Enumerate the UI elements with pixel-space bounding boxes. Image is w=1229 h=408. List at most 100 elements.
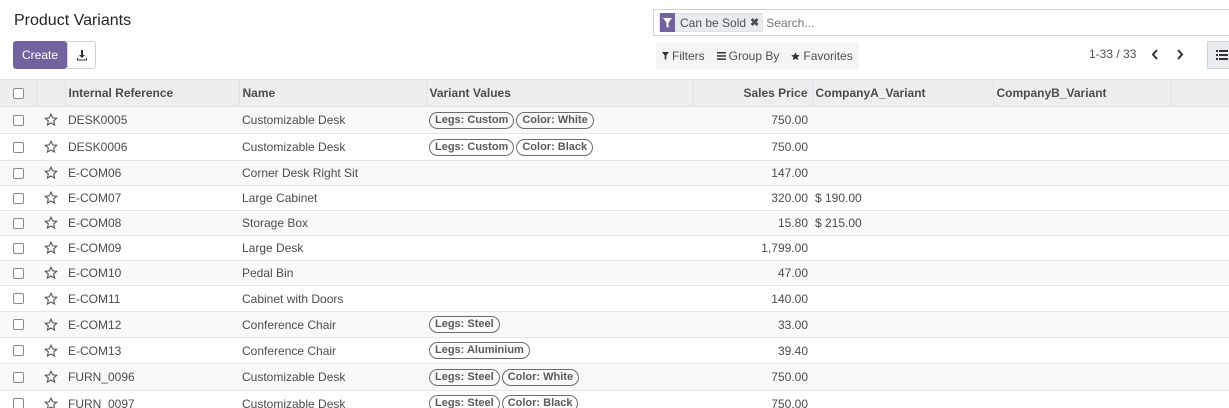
cell-companyb-variant: [993, 161, 1171, 186]
star-icon[interactable]: [39, 166, 62, 180]
cell-variant-values: [426, 186, 693, 211]
cell-sales-price: 47.00: [777, 266, 808, 280]
cell-companyb-variant: [993, 391, 1171, 408]
cell-internal-reference: E-COM06: [68, 166, 122, 180]
cell-sales-price: 15.80: [777, 216, 808, 230]
row-checkbox[interactable]: [13, 242, 24, 254]
cell-companya-variant: [812, 364, 993, 391]
cell-internal-reference: FURN_0096: [68, 370, 135, 384]
cell-companyb-variant: [993, 286, 1171, 312]
table-row[interactable]: E-COM10 Pedal Bin 47.00: [0, 260, 1229, 286]
cell-companyb-variant: [993, 364, 1171, 391]
filters-button[interactable]: Filters: [656, 43, 711, 69]
star-icon[interactable]: [39, 241, 62, 255]
star-icon[interactable]: [39, 317, 62, 332]
cell-sales-price: 750.00: [771, 140, 808, 154]
cell-spacer: [1171, 286, 1229, 312]
row-favorite-cell: [36, 134, 65, 161]
table-row[interactable]: E-COM07 Large Cabinet 320.00 $ 190.00: [0, 186, 1229, 211]
table-header-row: Internal Reference Name Variant Values S…: [0, 79, 1229, 107]
column-header-internal-reference[interactable]: Internal Reference: [64, 79, 239, 107]
table-row[interactable]: E-COM06 Corner Desk Right Sit 147.00: [0, 160, 1229, 186]
favorites-label: Favorites: [803, 49, 853, 63]
download-button[interactable]: [67, 41, 96, 69]
search-input[interactable]: [766, 15, 1067, 30]
filters-label: Filters: [672, 49, 705, 63]
table-row[interactable]: E-COM11 Cabinet with Doors 140.00: [0, 286, 1229, 312]
table-row[interactable]: DESK0006 Customizable Desk Legs: Custom Col…: [0, 134, 1229, 161]
group-by-button[interactable]: Group By: [711, 43, 786, 69]
cell-spacer: [1171, 107, 1229, 134]
table-row[interactable]: FURN_0096 Customizable Desk Legs: Steel Col…: [0, 363, 1229, 391]
star-icon[interactable]: [39, 216, 62, 230]
cell-name: Pedal Bin: [242, 266, 294, 280]
star-icon[interactable]: [39, 113, 62, 127]
cell-name: Customizable Desk: [242, 396, 346, 408]
row-checkbox[interactable]: [13, 293, 24, 304]
star-icon[interactable]: [39, 370, 62, 384]
column-header-variant-values[interactable]: Variant Values: [425, 79, 693, 107]
column-header-companya-variant[interactable]: CompanyA_Variant: [811, 79, 993, 107]
row-checkbox[interactable]: [13, 217, 24, 229]
cell-internal-reference: E-COM09: [68, 241, 122, 255]
table-row[interactable]: E-COM08 Storage Box 15.80 $ 215.00: [0, 210, 1229, 236]
row-checkbox[interactable]: [13, 345, 24, 356]
star-icon[interactable]: [39, 291, 62, 306]
pager-previous-button[interactable]: [1148, 45, 1162, 63]
cell-internal-reference: E-COM08: [68, 216, 122, 230]
cell-internal-reference: E-COM13: [68, 343, 122, 358]
star-icon[interactable]: [39, 191, 62, 205]
row-checkbox[interactable]: [13, 141, 24, 153]
filter-icon: [660, 13, 675, 32]
search-bar[interactable]: Can be Sold ✖: [653, 9, 1229, 36]
cell-companyb-variant: [993, 338, 1171, 364]
cell-spacer: [1171, 161, 1229, 186]
cell-companya-variant: [812, 107, 993, 134]
variant-value-tag: Color: White: [516, 111, 594, 129]
star-icon[interactable]: [39, 396, 62, 408]
pager-next-button[interactable]: [1173, 45, 1187, 63]
row-favorite-cell: [36, 211, 65, 236]
row-checkbox[interactable]: [13, 192, 24, 204]
create-button[interactable]: Create: [13, 41, 67, 69]
variant-value-tag: Legs: Custom: [429, 138, 515, 156]
cell-companya-variant: [812, 236, 993, 261]
cell-name: Corner Desk Right Sit: [242, 166, 359, 180]
row-select-cell: [0, 134, 36, 161]
table-row[interactable]: FURN_0097 Customizable Desk Legs: Steel Col…: [0, 391, 1229, 408]
row-checkbox[interactable]: [13, 398, 24, 408]
search-facet[interactable]: Can be Sold ✖: [659, 13, 764, 32]
variant-value-tag: Legs: Steel: [429, 395, 500, 408]
row-favorite-cell: [36, 391, 65, 408]
row-checkbox[interactable]: [13, 371, 24, 383]
column-header-companyb-variant[interactable]: CompanyB_Variant: [992, 79, 1171, 107]
column-header-sales-price[interactable]: Sales Price: [692, 79, 812, 107]
select-all-checkbox[interactable]: [13, 87, 24, 99]
cell-internal-reference: E-COM12: [68, 317, 122, 332]
list-view-button[interactable]: [1207, 41, 1229, 69]
star-icon[interactable]: [39, 343, 62, 358]
table-row[interactable]: DESK0005 Customizable Desk Legs: Custom Col…: [0, 106, 1229, 134]
star-icon[interactable]: [39, 140, 62, 154]
row-favorite-cell: [36, 364, 65, 391]
row-checkbox[interactable]: [13, 319, 24, 330]
cell-internal-reference: FURN_0097: [68, 396, 135, 408]
favorite-column-header: [35, 79, 65, 107]
cell-spacer: [1171, 391, 1229, 408]
cell-variant-values: Legs: Steel Color: White: [426, 364, 693, 391]
star-icon[interactable]: [39, 266, 62, 280]
variant-value-tag: Legs: Custom: [429, 111, 515, 129]
favorites-button[interactable]: Favorites: [785, 43, 858, 69]
table-row[interactable]: E-COM09 Large Desk 1,799.00: [0, 236, 1229, 261]
cell-companya-variant: [812, 134, 993, 161]
cell-name: Customizable Desk: [242, 140, 346, 154]
column-header-name[interactable]: Name: [238, 79, 426, 107]
row-checkbox[interactable]: [13, 167, 24, 179]
row-checkbox[interactable]: [13, 114, 24, 126]
table-row[interactable]: E-COM13 Conference Chair Legs: Aluminium 39…: [0, 338, 1229, 364]
close-icon[interactable]: ✖: [750, 16, 762, 29]
row-checkbox[interactable]: [13, 267, 24, 279]
row-select-cell: [0, 261, 36, 286]
table-row[interactable]: E-COM12 Conference Chair Legs: Steel 33.00: [0, 311, 1229, 338]
pager-value[interactable]: 1-33 / 33: [1089, 47, 1136, 61]
